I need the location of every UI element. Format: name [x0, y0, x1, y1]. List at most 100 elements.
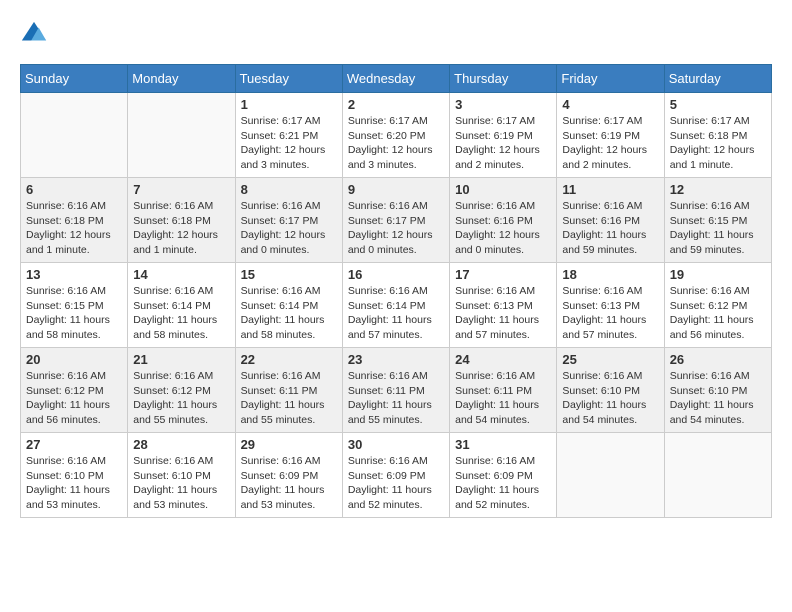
- day-info: Sunrise: 6:16 AMSunset: 6:11 PMDaylight:…: [241, 369, 337, 428]
- day-info: Sunrise: 6:17 AMSunset: 6:19 PMDaylight:…: [455, 114, 551, 173]
- day-cell: 22 Sunrise: 6:16 AMSunset: 6:11 PMDayligh…: [235, 348, 342, 433]
- day-cell: 23 Sunrise: 6:16 AMSunset: 6:11 PMDayligh…: [342, 348, 449, 433]
- day-header-sunday: Sunday: [21, 65, 128, 93]
- day-cell: 15 Sunrise: 6:16 AMSunset: 6:14 PMDayligh…: [235, 263, 342, 348]
- day-number: 29: [241, 437, 337, 452]
- page-header: [20, 20, 772, 48]
- day-number: 14: [133, 267, 229, 282]
- day-number: 5: [670, 97, 766, 112]
- day-cell: 30 Sunrise: 6:16 AMSunset: 6:09 PMDayligh…: [342, 433, 449, 518]
- day-number: 2: [348, 97, 444, 112]
- day-number: 31: [455, 437, 551, 452]
- day-cell: 12 Sunrise: 6:16 AMSunset: 6:15 PMDayligh…: [664, 178, 771, 263]
- day-info: Sunrise: 6:16 AMSunset: 6:18 PMDaylight:…: [26, 199, 122, 258]
- day-cell: [557, 433, 664, 518]
- day-number: 6: [26, 182, 122, 197]
- week-row-2: 6 Sunrise: 6:16 AMSunset: 6:18 PMDaylight…: [21, 178, 772, 263]
- week-row-4: 20 Sunrise: 6:16 AMSunset: 6:12 PMDayligh…: [21, 348, 772, 433]
- day-cell: 8 Sunrise: 6:16 AMSunset: 6:17 PMDaylight…: [235, 178, 342, 263]
- day-info: Sunrise: 6:16 AMSunset: 6:11 PMDaylight:…: [455, 369, 551, 428]
- day-cell: 2 Sunrise: 6:17 AMSunset: 6:20 PMDaylight…: [342, 93, 449, 178]
- day-number: 23: [348, 352, 444, 367]
- day-info: Sunrise: 6:16 AMSunset: 6:09 PMDaylight:…: [241, 454, 337, 513]
- day-cell: 1 Sunrise: 6:17 AMSunset: 6:21 PMDaylight…: [235, 93, 342, 178]
- day-info: Sunrise: 6:16 AMSunset: 6:10 PMDaylight:…: [562, 369, 658, 428]
- day-info: Sunrise: 6:16 AMSunset: 6:16 PMDaylight:…: [562, 199, 658, 258]
- day-header-thursday: Thursday: [450, 65, 557, 93]
- day-cell: 3 Sunrise: 6:17 AMSunset: 6:19 PMDaylight…: [450, 93, 557, 178]
- day-header-saturday: Saturday: [664, 65, 771, 93]
- day-header-wednesday: Wednesday: [342, 65, 449, 93]
- day-number: 26: [670, 352, 766, 367]
- day-header-friday: Friday: [557, 65, 664, 93]
- day-number: 3: [455, 97, 551, 112]
- day-cell: 21 Sunrise: 6:16 AMSunset: 6:12 PMDayligh…: [128, 348, 235, 433]
- day-number: 12: [670, 182, 766, 197]
- day-cell: 31 Sunrise: 6:16 AMSunset: 6:09 PMDayligh…: [450, 433, 557, 518]
- day-number: 28: [133, 437, 229, 452]
- day-info: Sunrise: 6:16 AMSunset: 6:17 PMDaylight:…: [241, 199, 337, 258]
- day-info: Sunrise: 6:16 AMSunset: 6:15 PMDaylight:…: [26, 284, 122, 343]
- day-number: 24: [455, 352, 551, 367]
- day-number: 25: [562, 352, 658, 367]
- day-cell: 25 Sunrise: 6:16 AMSunset: 6:10 PMDayligh…: [557, 348, 664, 433]
- day-cell: 29 Sunrise: 6:16 AMSunset: 6:09 PMDayligh…: [235, 433, 342, 518]
- day-cell: 17Sunrise: 6:16 AMSunset: 6:13 PMDayligh…: [450, 263, 557, 348]
- day-number: 16: [348, 267, 444, 282]
- day-cell: [664, 433, 771, 518]
- day-number: 1: [241, 97, 337, 112]
- day-info: Sunrise: 6:16 AMSunset: 6:16 PMDaylight:…: [455, 199, 551, 258]
- day-number: 17: [455, 267, 551, 282]
- day-number: 18: [562, 267, 658, 282]
- day-info: Sunrise: 6:16 AMSunset: 6:15 PMDaylight:…: [670, 199, 766, 258]
- day-info: Sunrise: 6:16 AMSunset: 6:10 PMDaylight:…: [133, 454, 229, 513]
- day-info: Sunrise: 6:17 AMSunset: 6:18 PMDaylight:…: [670, 114, 766, 173]
- day-info: Sunrise: 6:16 AMSunset: 6:11 PMDaylight:…: [348, 369, 444, 428]
- day-number: 30: [348, 437, 444, 452]
- day-info: Sunrise: 6:16 AMSunset: 6:17 PMDaylight:…: [348, 199, 444, 258]
- day-cell: 13 Sunrise: 6:16 AMSunset: 6:15 PMDayligh…: [21, 263, 128, 348]
- day-cell: 16Sunrise: 6:16 AMSunset: 6:14 PMDayligh…: [342, 263, 449, 348]
- day-number: 15: [241, 267, 337, 282]
- day-cell: 28 Sunrise: 6:16 AMSunset: 6:10 PMDayligh…: [128, 433, 235, 518]
- day-number: 8: [241, 182, 337, 197]
- day-header-tuesday: Tuesday: [235, 65, 342, 93]
- logo: [20, 20, 52, 48]
- day-number: 20: [26, 352, 122, 367]
- day-cell: 11Sunrise: 6:16 AMSunset: 6:16 PMDayligh…: [557, 178, 664, 263]
- week-row-3: 13 Sunrise: 6:16 AMSunset: 6:15 PMDayligh…: [21, 263, 772, 348]
- days-header-row: SundayMondayTuesdayWednesdayThursdayFrid…: [21, 65, 772, 93]
- week-row-5: 27 Sunrise: 6:16 AMSunset: 6:10 PMDayligh…: [21, 433, 772, 518]
- day-number: 7: [133, 182, 229, 197]
- day-info: Sunrise: 6:17 AMSunset: 6:19 PMDaylight:…: [562, 114, 658, 173]
- day-info: Sunrise: 6:17 AMSunset: 6:20 PMDaylight:…: [348, 114, 444, 173]
- day-number: 21: [133, 352, 229, 367]
- day-number: 27: [26, 437, 122, 452]
- day-cell: 9 Sunrise: 6:16 AMSunset: 6:17 PMDaylight…: [342, 178, 449, 263]
- day-info: Sunrise: 6:16 AMSunset: 6:13 PMDaylight:…: [562, 284, 658, 343]
- day-cell: 19Sunrise: 6:16 AMSunset: 6:12 PMDayligh…: [664, 263, 771, 348]
- day-info: Sunrise: 6:16 AMSunset: 6:09 PMDaylight:…: [348, 454, 444, 513]
- day-cell: 10Sunrise: 6:16 AMSunset: 6:16 PMDayligh…: [450, 178, 557, 263]
- day-number: 4: [562, 97, 658, 112]
- day-header-monday: Monday: [128, 65, 235, 93]
- day-cell: 7 Sunrise: 6:16 AMSunset: 6:18 PMDaylight…: [128, 178, 235, 263]
- day-cell: 20 Sunrise: 6:16 AMSunset: 6:12 PMDayligh…: [21, 348, 128, 433]
- day-number: 13: [26, 267, 122, 282]
- day-cell: 6 Sunrise: 6:16 AMSunset: 6:18 PMDaylight…: [21, 178, 128, 263]
- day-info: Sunrise: 6:16 AMSunset: 6:18 PMDaylight:…: [133, 199, 229, 258]
- day-info: Sunrise: 6:16 AMSunset: 6:12 PMDaylight:…: [670, 284, 766, 343]
- day-info: Sunrise: 6:17 AMSunset: 6:21 PMDaylight:…: [241, 114, 337, 173]
- day-info: Sunrise: 6:16 AMSunset: 6:12 PMDaylight:…: [26, 369, 122, 428]
- day-cell: 4 Sunrise: 6:17 AMSunset: 6:19 PMDaylight…: [557, 93, 664, 178]
- day-cell: 18 Sunrise: 6:16 AMSunset: 6:13 PMDayligh…: [557, 263, 664, 348]
- day-cell: [128, 93, 235, 178]
- day-info: Sunrise: 6:16 AMSunset: 6:12 PMDaylight:…: [133, 369, 229, 428]
- day-info: Sunrise: 6:16 AMSunset: 6:10 PMDaylight:…: [670, 369, 766, 428]
- day-info: Sunrise: 6:16 AMSunset: 6:09 PMDaylight:…: [455, 454, 551, 513]
- day-number: 9: [348, 182, 444, 197]
- day-cell: 27Sunrise: 6:16 AMSunset: 6:10 PMDayligh…: [21, 433, 128, 518]
- day-info: Sunrise: 6:16 AMSunset: 6:14 PMDaylight:…: [241, 284, 337, 343]
- day-cell: 14Sunrise: 6:16 AMSunset: 6:14 PMDayligh…: [128, 263, 235, 348]
- day-number: 22: [241, 352, 337, 367]
